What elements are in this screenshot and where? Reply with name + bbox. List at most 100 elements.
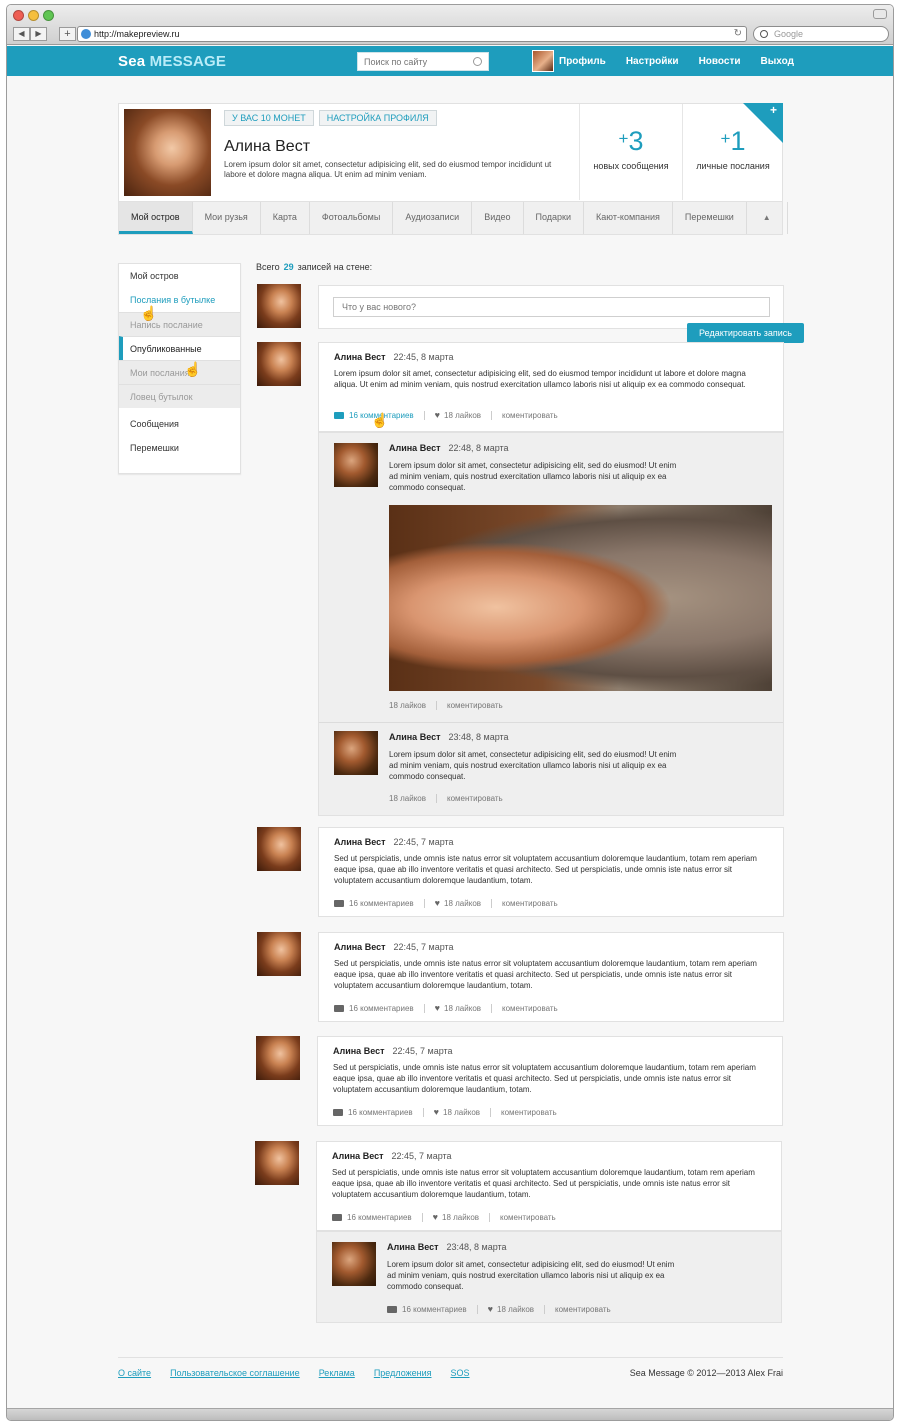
tabs-collapse-icon[interactable]: ▲	[747, 202, 788, 234]
footer-link-ads[interactable]: Реклама	[319, 1368, 355, 1378]
reply-photo[interactable]	[389, 505, 772, 691]
likes-count[interactable]: 18 лайков	[444, 899, 481, 908]
avatar[interactable]	[334, 731, 378, 775]
reply-text: Lorem ipsum dolor sit amet, consectetur …	[389, 461, 677, 492]
tab-map[interactable]: Карта	[261, 202, 310, 234]
forward-button[interactable]: ▶	[30, 27, 47, 41]
avatar[interactable]	[257, 342, 301, 386]
comments-link[interactable]: 16 комментариев	[349, 899, 414, 908]
likes-count[interactable]: 18 лайков	[444, 1004, 481, 1013]
avatar[interactable]	[332, 1242, 376, 1286]
heart-icon[interactable]: ♥	[434, 1107, 439, 1117]
coins-badge[interactable]: У ВАС 10 МОНЕТ	[224, 110, 314, 126]
post-author[interactable]: Алина Вест	[334, 352, 386, 362]
wall-post: Алина Вест 22:45, 7 марта Sed ut perspici…	[316, 1141, 782, 1231]
comment-action[interactable]: коментировать	[447, 794, 503, 803]
comment-action[interactable]: коментировать	[447, 701, 503, 710]
likes-count[interactable]: 18 лайков	[389, 701, 426, 710]
sidebar-item-bottle-messages[interactable]: Послания в бутылке	[119, 288, 240, 312]
likes-count[interactable]: 18 лайков	[389, 794, 426, 803]
heart-icon[interactable]: ♥	[435, 1003, 440, 1013]
sidebar-subitem-my-messages[interactable]: Мои послания	[119, 360, 240, 384]
likes-count[interactable]: 18 лайков	[443, 1108, 480, 1117]
post-author[interactable]: Алина Вест	[334, 837, 386, 847]
post-author[interactable]: Алина Вест	[334, 942, 386, 952]
heart-icon[interactable]: ♥	[435, 410, 440, 420]
comment-action[interactable]: коментировать	[500, 1213, 556, 1222]
wall-count-prefix: Всего	[256, 262, 280, 272]
comment-action[interactable]: коментировать	[555, 1305, 611, 1314]
sidebar-subitem-write[interactable]: Напись послание	[119, 312, 240, 336]
likes-count[interactable]: 18 лайков	[444, 411, 481, 420]
plus-sign: +	[618, 129, 629, 148]
header-avatar[interactable]	[532, 50, 554, 72]
comment-action[interactable]: коментировать	[502, 899, 558, 908]
sidebar-subitem-published[interactable]: Опубликованные	[119, 336, 240, 360]
menu-item-logout[interactable]: Выход	[761, 56, 794, 67]
tab-photo-albums[interactable]: Фотоальбомы	[310, 202, 394, 234]
add-bookmark-button[interactable]: +	[59, 27, 76, 41]
reply-author[interactable]: Алина Вест	[389, 443, 441, 453]
profile-description: Lorem ipsum dolor sit amet, consectetur …	[224, 160, 552, 179]
maximize-window-button[interactable]	[43, 10, 54, 21]
back-button[interactable]: ◀	[13, 27, 30, 41]
post-author[interactable]: Алина Вест	[333, 1046, 385, 1056]
new-messages-counter[interactable]: +3 новых сообщения	[579, 104, 682, 200]
tab-audio[interactable]: Аудиозаписи	[393, 202, 473, 234]
reload-icon[interactable]: ↻	[734, 28, 742, 39]
sidebar-item-mixes[interactable]: Перемешки	[119, 436, 240, 460]
wall-post: Алина Вест 22:45, 7 марта Sed ut perspici…	[318, 827, 784, 917]
comment-action[interactable]: коментировать	[502, 1004, 558, 1013]
new-post-input[interactable]	[333, 297, 770, 317]
comments-link[interactable]: 16 комментариев	[349, 1004, 414, 1013]
site-search-input[interactable]	[364, 56, 469, 67]
comment-action[interactable]: коментировать	[502, 411, 558, 420]
avatar[interactable]	[257, 827, 301, 871]
avatar[interactable]	[334, 443, 378, 487]
close-window-button[interactable]	[13, 10, 24, 21]
browser-search-field[interactable]: Google	[753, 26, 889, 42]
avatar[interactable]	[255, 1141, 299, 1185]
tab-my-island[interactable]: Мой остров	[119, 202, 193, 234]
avatar[interactable]	[256, 1036, 300, 1080]
footer-link-about[interactable]: О сайте	[118, 1368, 151, 1378]
search-icon[interactable]	[473, 57, 482, 66]
tab-cabin[interactable]: Кают-компания	[584, 202, 673, 234]
tab-gifts[interactable]: Подарки	[524, 202, 585, 234]
address-bar[interactable]: http://makepreview.ru ↻	[77, 26, 747, 42]
footer-link-sos[interactable]: SOS	[451, 1368, 470, 1378]
likes-count[interactable]: 18 лайков	[497, 1305, 534, 1314]
profile-photo[interactable]	[124, 109, 211, 196]
sidebar-item-messages[interactable]: Сообщения	[119, 412, 240, 436]
profile-settings-badge[interactable]: НАСТРОЙКА ПРОФИЛЯ	[318, 110, 437, 126]
tab-mixes[interactable]: Перемешки	[673, 202, 747, 234]
comment-action[interactable]: коментировать	[501, 1108, 557, 1117]
avatar[interactable]	[257, 284, 301, 328]
tab-friends[interactable]: Мои рузья	[193, 202, 261, 234]
likes-count[interactable]: 18 лайков	[442, 1213, 479, 1222]
menu-item-settings[interactable]: Настройки	[626, 56, 679, 67]
toolbar-toggle-button[interactable]	[873, 9, 887, 19]
comments-link[interactable]: 16 комментариев	[347, 1213, 412, 1222]
comments-link[interactable]: 16 комментариев	[402, 1305, 467, 1314]
heart-icon[interactable]: ♥	[488, 1304, 493, 1314]
reply-author[interactable]: Алина Вест	[387, 1242, 439, 1252]
menu-item-news[interactable]: Новости	[699, 56, 741, 67]
minimize-window-button[interactable]	[28, 10, 39, 21]
footer-link-terms[interactable]: Пользовательское соглашение	[170, 1368, 300, 1378]
post-actions: 16 комментариев ♥ 18 лайков коментировать	[332, 1212, 556, 1222]
sidebar-item-my-island[interactable]: Мой остров	[119, 264, 240, 288]
add-corner-button[interactable]: +	[743, 103, 783, 143]
sidebar-subitem-bottle-catcher[interactable]: Ловец бутылок	[119, 384, 240, 408]
comments-link[interactable]: 16 комментариев	[348, 1108, 413, 1117]
footer-link-suggestions[interactable]: Предложения	[374, 1368, 432, 1378]
menu-item-profile[interactable]: Профиль	[559, 56, 606, 67]
post-author[interactable]: Алина Вест	[332, 1151, 384, 1161]
heart-icon[interactable]: ♥	[433, 1212, 438, 1222]
avatar[interactable]	[257, 932, 301, 976]
reply-author[interactable]: Алина Вест	[389, 732, 441, 742]
comment-icon	[334, 899, 344, 907]
tab-video[interactable]: Видео	[472, 202, 524, 234]
site-logo[interactable]: Sea MESSAGE	[118, 53, 226, 70]
heart-icon[interactable]: ♥	[435, 898, 440, 908]
